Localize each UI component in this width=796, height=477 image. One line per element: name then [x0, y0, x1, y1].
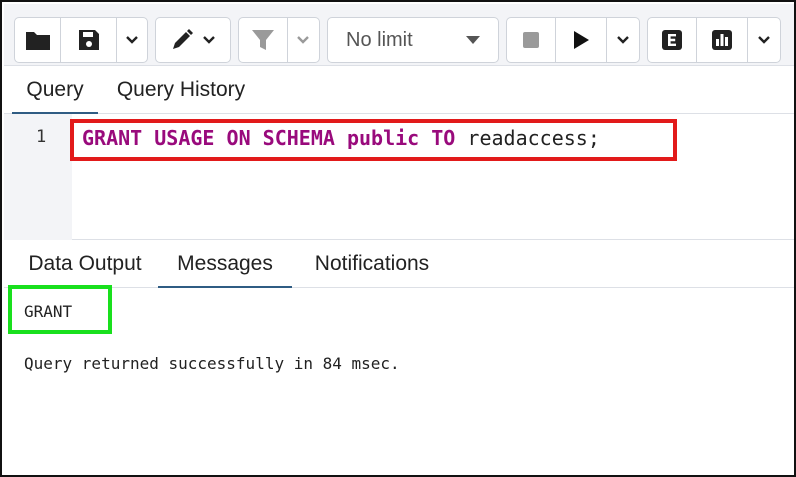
filter-options-dropdown[interactable]	[288, 18, 319, 62]
tab-messages[interactable]: Messages	[158, 240, 292, 289]
tab-label: Messages	[177, 252, 273, 275]
execute-options-dropdown[interactable]	[607, 18, 639, 62]
caret-down-icon	[466, 36, 480, 44]
pencil-icon	[173, 29, 193, 49]
stop-button[interactable]	[507, 18, 557, 62]
chevron-down-icon	[126, 36, 138, 44]
explain-options-dropdown[interactable]	[748, 18, 780, 62]
filter-icon	[251, 30, 274, 50]
edit-button-group	[155, 17, 231, 63]
save-options-dropdown[interactable]	[117, 18, 147, 62]
tab-label: Query History	[116, 78, 246, 101]
analyze-icon	[712, 30, 733, 50]
highlight-box-result	[8, 285, 112, 334]
tab-data-output[interactable]: Data Output	[12, 240, 158, 288]
highlight-box-query	[70, 119, 677, 161]
explain-icon	[662, 30, 683, 50]
explain-button-group	[647, 17, 781, 63]
toolbar: No limit	[4, 4, 794, 66]
folder-icon	[25, 32, 50, 50]
tab-label: Query	[26, 78, 84, 101]
edit-options-button[interactable]	[156, 18, 230, 62]
execute-button[interactable]	[556, 18, 608, 62]
play-icon	[574, 31, 590, 49]
filter-button-group	[238, 17, 320, 63]
line-number: 1	[36, 127, 47, 147]
chevron-down-icon	[617, 36, 630, 44]
chevron-down-icon	[758, 36, 771, 44]
row-limit-value: No limit	[346, 28, 413, 51]
save-file-button[interactable]	[61, 18, 117, 62]
tab-query-history[interactable]: Query History	[104, 66, 258, 114]
tab-notifications[interactable]: Notifications	[294, 240, 450, 288]
chevron-down-icon	[203, 36, 215, 44]
tab-label: Notifications	[314, 252, 430, 275]
execute-button-group	[506, 17, 640, 63]
output-tabs: Data Output Messages Notifications	[4, 240, 794, 289]
filter-button[interactable]	[239, 18, 288, 62]
open-file-button[interactable]	[15, 18, 61, 62]
explain-analyze-button[interactable]	[697, 18, 749, 62]
row-limit-select[interactable]: No limit	[327, 17, 499, 63]
status-message: Query returned successfully in 84 msec.	[24, 354, 400, 373]
row-limit-value-wrap: No limit	[328, 18, 498, 62]
tab-query[interactable]: Query	[12, 66, 98, 115]
line-number-gutter: 1	[4, 114, 72, 240]
explain-button[interactable]	[648, 18, 698, 62]
tab-label: Data Output	[28, 252, 142, 275]
query-tabs: Query Query History	[4, 66, 794, 115]
sql-editor[interactable]: 1 GRANT USAGE ON SCHEMA public TO readac…	[4, 114, 794, 240]
messages-panel: GRANT Query returned successfully in 84 …	[4, 285, 794, 475]
save-icon	[78, 30, 99, 50]
stop-icon	[523, 32, 540, 48]
pgadmin-query-tool: No limit Query Query History 1 GRANT USA…	[0, 0, 796, 477]
chevron-down-icon	[297, 36, 310, 44]
file-button-group	[14, 17, 148, 63]
